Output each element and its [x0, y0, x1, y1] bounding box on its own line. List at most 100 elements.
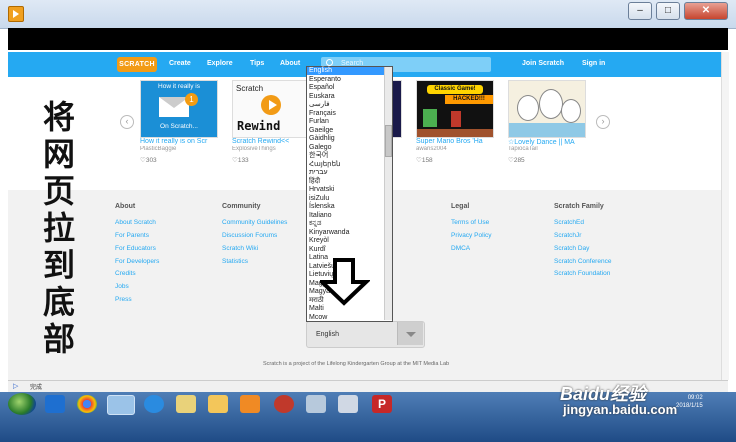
media-player-icon[interactable] [240, 395, 260, 413]
language-option[interactable]: فارسی [309, 101, 330, 109]
sprite-icon [423, 109, 437, 127]
project-title[interactable]: Super Mario Bros 'Ha [416, 138, 496, 145]
listbox-scrollbar[interactable] [384, 67, 392, 320]
footer-link[interactable]: DMCA [451, 245, 470, 252]
language-option[interactable]: isiZulu [309, 195, 329, 203]
system-clock[interactable]: 09:02 2018/1/15 [676, 394, 703, 410]
love-count-value: 158 [421, 157, 433, 164]
chrome-icon[interactable] [77, 395, 97, 413]
language-option[interactable]: Հայերեն [309, 161, 340, 169]
annotation-char: 拉 [42, 209, 75, 247]
language-option[interactable]: Mcow [309, 314, 327, 322]
language-option[interactable]: Gàidhlig [309, 135, 335, 143]
language-option[interactable]: Français [309, 110, 336, 118]
notification-badge: 1 [185, 93, 198, 106]
love-count-value: 303 [145, 157, 157, 164]
character-icon [517, 95, 539, 121]
language-option[interactable]: עברית [309, 169, 328, 177]
footer-link[interactable]: Scratch Foundation [554, 270, 610, 277]
remote-desktop-icon[interactable] [306, 395, 326, 413]
footer-link[interactable]: Scratch Day [554, 245, 589, 252]
page-scrollbar[interactable] [721, 52, 729, 380]
project-author[interactable]: ExplosiveThings [232, 146, 312, 152]
maximize-button[interactable]: □ [656, 2, 680, 20]
footer-link[interactable]: Scratch Conference [554, 258, 611, 265]
language-option[interactable]: Esperanto [309, 76, 341, 84]
language-option[interactable]: हिंदी [309, 178, 320, 186]
footer-link[interactable]: For Developers [115, 258, 159, 265]
carousel-prev-icon[interactable]: ‹ [120, 115, 134, 129]
language-option[interactable]: Euskara [309, 93, 335, 101]
footer-link[interactable]: About Scratch [115, 219, 156, 226]
project-title[interactable]: ☆Lovely Dance || MA [508, 138, 588, 146]
nav-about[interactable]: About [280, 60, 300, 67]
footer-link[interactable]: For Educators [115, 245, 156, 252]
love-count-value: 133 [237, 157, 249, 164]
ground-strip [417, 129, 493, 137]
footer-link[interactable]: Credits [115, 270, 136, 277]
love-count: ♡303 [140, 156, 157, 164]
annotation-char: 底 [42, 283, 75, 321]
language-option[interactable]: Italiano [309, 212, 332, 220]
p-app-icon[interactable]: P [372, 395, 392, 413]
footer-link[interactable]: Terms of Use [451, 219, 489, 226]
project-thumbnail[interactable]: Classic Game! HACKED!!! [416, 80, 494, 138]
language-option[interactable]: English [307, 67, 385, 76]
language-option[interactable]: Kurdî [309, 246, 326, 254]
footer-credit: Scratch is a project of the Lifelong Kin… [263, 361, 450, 367]
project-author[interactable]: awaris2004 [416, 146, 496, 152]
browser-app-icon[interactable] [107, 395, 135, 415]
footer-link[interactable]: Press [115, 296, 132, 303]
project-author[interactable]: PlasticBaggie [140, 146, 220, 152]
language-option[interactable]: Furlan [309, 118, 329, 126]
language-option[interactable]: Gaeilge [309, 127, 333, 135]
language-option[interactable]: Kinyarwanda [309, 229, 349, 237]
project-thumbnail[interactable]: How it really is 1 On Scratch... [140, 80, 218, 138]
search-icon [326, 59, 333, 66]
footer-link[interactable]: Statistics [222, 258, 248, 265]
app-icon-red[interactable] [274, 395, 294, 413]
footer-link[interactable]: Community Guidelines [222, 219, 287, 226]
project-thumbnail[interactable] [508, 80, 586, 138]
chevron-down-icon[interactable] [397, 322, 423, 345]
project-title[interactable]: How it really is on Scr [140, 138, 220, 145]
ie-icon[interactable] [45, 395, 65, 413]
language-option[interactable]: Español [309, 84, 334, 92]
sign-in-link[interactable]: Sign in [582, 60, 605, 67]
scratch-logo[interactable]: SCRATCH [117, 57, 157, 72]
minimize-button[interactable]: – [628, 2, 652, 20]
footer-link[interactable]: Discussion Forums [222, 232, 277, 239]
footer-link[interactable]: ScratchJr [554, 232, 581, 239]
folder-icon[interactable] [176, 395, 196, 413]
paint-icon[interactable] [338, 395, 358, 413]
language-option[interactable]: Íslenska [309, 203, 335, 211]
footer-link[interactable]: Scratch Wiki [222, 245, 258, 252]
project-author[interactable]: TapiocaTail [508, 146, 588, 152]
sogou-icon[interactable] [144, 395, 164, 413]
language-option[interactable]: Hrvatski [309, 186, 334, 194]
nav-create[interactable]: Create [169, 60, 191, 67]
language-option[interactable]: Galego [309, 144, 332, 152]
listbox-scroll-thumb[interactable] [385, 125, 392, 157]
nav-explore[interactable]: Explore [207, 60, 233, 67]
project-title[interactable]: Scratch Rewind<< [232, 138, 312, 145]
footer-link[interactable]: Jobs [115, 283, 129, 290]
language-option[interactable]: 한국어 [309, 152, 328, 160]
language-option[interactable]: ಕನ್ನಡ [309, 220, 321, 228]
thumb-caption: On Scratch... [160, 123, 198, 130]
window-titlebar [0, 0, 736, 29]
language-option[interactable]: Kreyòl [309, 237, 329, 245]
start-button[interactable] [8, 393, 36, 415]
explorer-icon[interactable] [208, 395, 228, 413]
join-scratch-link[interactable]: Join Scratch [522, 60, 564, 67]
footer-link[interactable]: Privacy Policy [451, 232, 491, 239]
footer-link[interactable]: ScratchEd [554, 219, 584, 226]
footer-link[interactable]: For Parents [115, 232, 149, 239]
status-icon: ▷ [13, 383, 19, 390]
carousel-next-icon[interactable]: › [596, 115, 610, 129]
app-icon [8, 6, 24, 22]
project-thumbnail[interactable]: Scratch Rewind [232, 80, 310, 138]
backdrop-strip [509, 123, 585, 137]
nav-tips[interactable]: Tips [250, 60, 264, 67]
close-button[interactable]: ✕ [684, 2, 728, 20]
